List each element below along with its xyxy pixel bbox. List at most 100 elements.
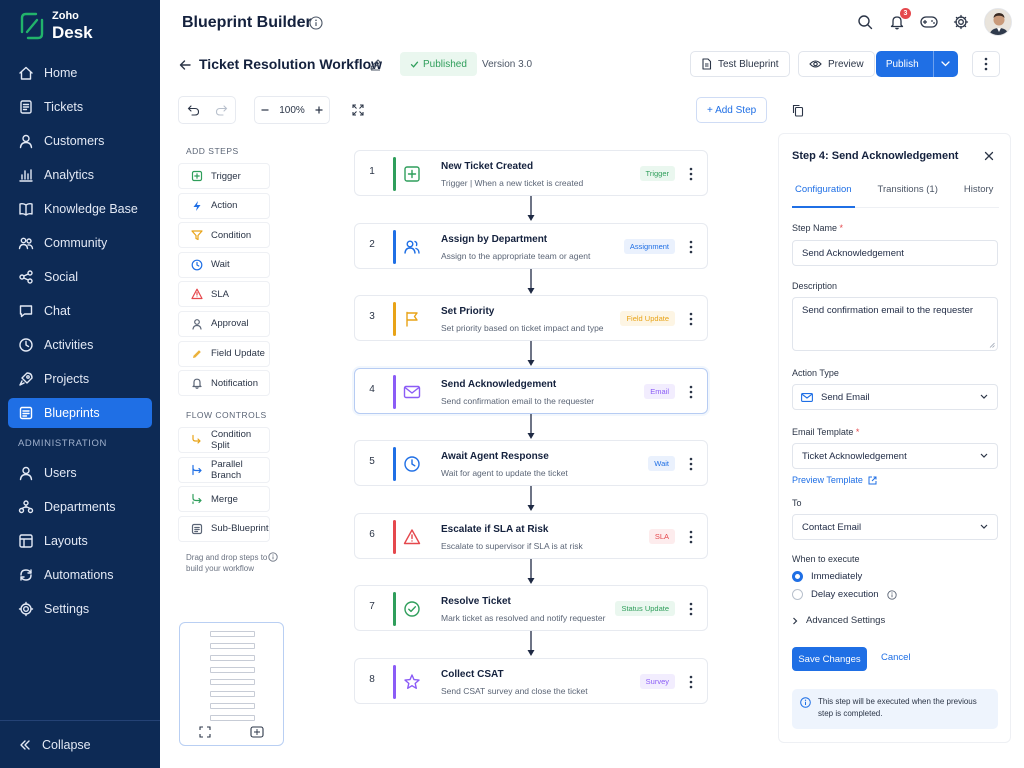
fullscreen-icon[interactable] <box>199 726 211 738</box>
action-type-select[interactable]: Send Email <box>792 384 998 410</box>
publish-dropdown[interactable] <box>933 51 957 77</box>
sidebar-item-analytics[interactable]: Analytics <box>8 160 152 190</box>
sidebar-item-knowledge-base[interactable]: Knowledge Base <box>8 194 152 224</box>
redo-icon[interactable] <box>215 104 228 116</box>
save-changes-button[interactable]: Save Changes <box>792 647 867 671</box>
palette-item-condition-split[interactable]: Condition Split <box>178 427 270 454</box>
gear-icon <box>18 601 34 617</box>
sidebar-item-tickets[interactable]: Tickets <box>8 92 152 122</box>
step-menu-icon[interactable] <box>689 674 693 690</box>
edit-pencil-icon[interactable] <box>369 58 382 71</box>
cancel-button[interactable]: Cancel <box>881 652 911 663</box>
info-note: This step will be executed when the prev… <box>792 689 998 729</box>
zoho-desk-logo[interactable]: Zoho Desk <box>18 10 93 42</box>
step-name-input[interactable]: Send Acknowledgement <box>792 240 998 266</box>
step-number: 3 <box>369 311 375 322</box>
workflow-step-3[interactable]: 3 Set Priority Set priority based on ticke… <box>354 295 708 341</box>
user-avatar[interactable] <box>984 8 1012 36</box>
palette-item-sla[interactable]: SLA <box>178 281 270 308</box>
sidebar-item-layouts[interactable]: Layouts <box>8 526 152 556</box>
palette-item-merge[interactable]: Merge <box>178 486 270 513</box>
sidebar-item-automations[interactable]: Automations <box>8 560 152 590</box>
sidebar-item-activities[interactable]: Activities <box>8 330 152 360</box>
info-icon[interactable] <box>309 16 323 30</box>
radio-immediately[interactable]: Immediately <box>792 571 862 582</box>
back-arrow-icon[interactable] <box>178 58 192 72</box>
workflow-step-1[interactable]: 1 New Ticket Created Trigger | When a new … <box>354 150 708 196</box>
advanced-settings-toggle[interactable]: Advanced Settings <box>792 615 885 626</box>
collapse-button[interactable]: Collapse <box>0 720 160 768</box>
workflow-step-5[interactable]: 5 Await Agent Response Wait for agent to u… <box>354 440 708 486</box>
sidebar-item-users[interactable]: Users <box>8 458 152 488</box>
bolt-icon <box>191 200 203 212</box>
sidebar-item-home[interactable]: Home <box>8 58 152 88</box>
palette-item-label: Condition <box>211 229 252 241</box>
tab-transitions[interactable]: Transitions (1) <box>875 180 941 208</box>
resize-handle-icon[interactable] <box>989 342 995 348</box>
description-textarea[interactable]: Send confirmation email to the requester <box>792 297 998 351</box>
palette-item-condition[interactable]: Condition <box>178 222 270 249</box>
palette-item-wait[interactable]: Wait <box>178 251 270 278</box>
workflow-step-6[interactable]: 6 Escalate if SLA at Risk Escalate to supe… <box>354 512 708 559</box>
zoom-in-icon[interactable] <box>314 105 324 115</box>
step-menu-icon[interactable] <box>689 456 693 472</box>
palette-item-label: Approval <box>211 318 249 330</box>
info-icon[interactable] <box>886 589 897 600</box>
email-template-select[interactable]: Ticket Acknowledgement <box>792 443 998 469</box>
zoom-out-icon[interactable] <box>260 105 270 115</box>
publish-button[interactable]: Publish <box>876 51 958 77</box>
fit-to-screen-button[interactable] <box>344 96 372 124</box>
sidebar-item-chat[interactable]: Chat <box>8 296 152 326</box>
gear-icon[interactable] <box>952 13 970 31</box>
step-description: Mark ticket as resolved and notify reque… <box>441 613 606 623</box>
gamepad-icon[interactable] <box>920 13 938 31</box>
home-icon <box>18 65 34 81</box>
add-step-button[interactable]: + Add Step <box>696 97 768 123</box>
people-icon <box>403 238 421 256</box>
workflow-step-4[interactable]: 4 Send Acknowledgement Send confirmation e… <box>354 367 708 414</box>
radio-delay-execution[interactable]: Delay execution <box>792 589 897 600</box>
palette-item-field-update[interactable]: Field Update <box>178 340 270 367</box>
palette-item-trigger[interactable]: Trigger <box>178 163 270 189</box>
sidebar-item-social[interactable]: Social <box>8 262 152 292</box>
tab-history[interactable]: History <box>961 180 997 208</box>
tab-configuration[interactable]: Configuration <box>792 180 855 208</box>
step-menu-icon[interactable] <box>689 529 693 545</box>
workflow-step-8[interactable]: 8 Collect CSAT Send CSAT survey and close … <box>354 657 708 704</box>
sidebar-item-community[interactable]: Community <box>8 228 152 258</box>
sidebar-item-settings[interactable]: Settings <box>8 594 152 624</box>
sidebar-item-projects[interactable]: Projects <box>8 364 152 394</box>
notification-bell[interactable]: 3 <box>888 8 911 31</box>
undo-icon[interactable] <box>187 104 200 116</box>
copy-button[interactable] <box>786 96 810 124</box>
radio-selected <box>792 571 803 582</box>
to-select[interactable]: Contact Email <box>792 514 998 540</box>
step-menu-icon[interactable] <box>689 384 693 400</box>
step-menu-icon[interactable] <box>689 239 693 255</box>
close-icon[interactable] <box>984 151 994 161</box>
minimap-toggle-icon[interactable] <box>250 726 264 738</box>
sidebar-item-departments[interactable]: Departments <box>8 492 152 522</box>
palette-item-action[interactable]: Action <box>178 192 270 219</box>
palette-item-parallel-branch[interactable]: Parallel Branch <box>178 456 270 483</box>
palette-item-sub-blueprint[interactable]: Sub-Blueprint <box>178 515 270 542</box>
sidebar-item-blueprints[interactable]: Blueprints <box>8 398 152 428</box>
search-icon[interactable] <box>856 13 874 31</box>
sidebar-item-customers[interactable]: Customers <box>8 126 152 156</box>
palette-item-notification[interactable]: Notification <box>178 370 270 397</box>
clock-icon <box>403 455 421 473</box>
nav-section-administration: ADMINISTRATION <box>18 437 107 449</box>
step-menu-icon[interactable] <box>689 311 693 327</box>
more-options-button[interactable] <box>972 51 1000 77</box>
info-icon[interactable] <box>268 552 278 562</box>
step-menu-icon[interactable] <box>689 601 693 617</box>
workflow-step-7[interactable]: 7 Resolve Ticket Mark ticket as resolved a… <box>354 585 708 631</box>
workflow-step-2[interactable]: 2 Assign by Department Assign to the appro… <box>354 222 708 269</box>
palette-item-approval[interactable]: Approval <box>178 310 270 337</box>
preview-button[interactable]: Preview <box>798 51 875 77</box>
clock-icon <box>191 259 203 271</box>
preview-template-link[interactable]: Preview Template <box>792 475 877 485</box>
step-menu-icon[interactable] <box>689 166 693 182</box>
test-blueprint-button[interactable]: Test Blueprint <box>690 51 790 77</box>
minimap[interactable] <box>179 622 284 746</box>
